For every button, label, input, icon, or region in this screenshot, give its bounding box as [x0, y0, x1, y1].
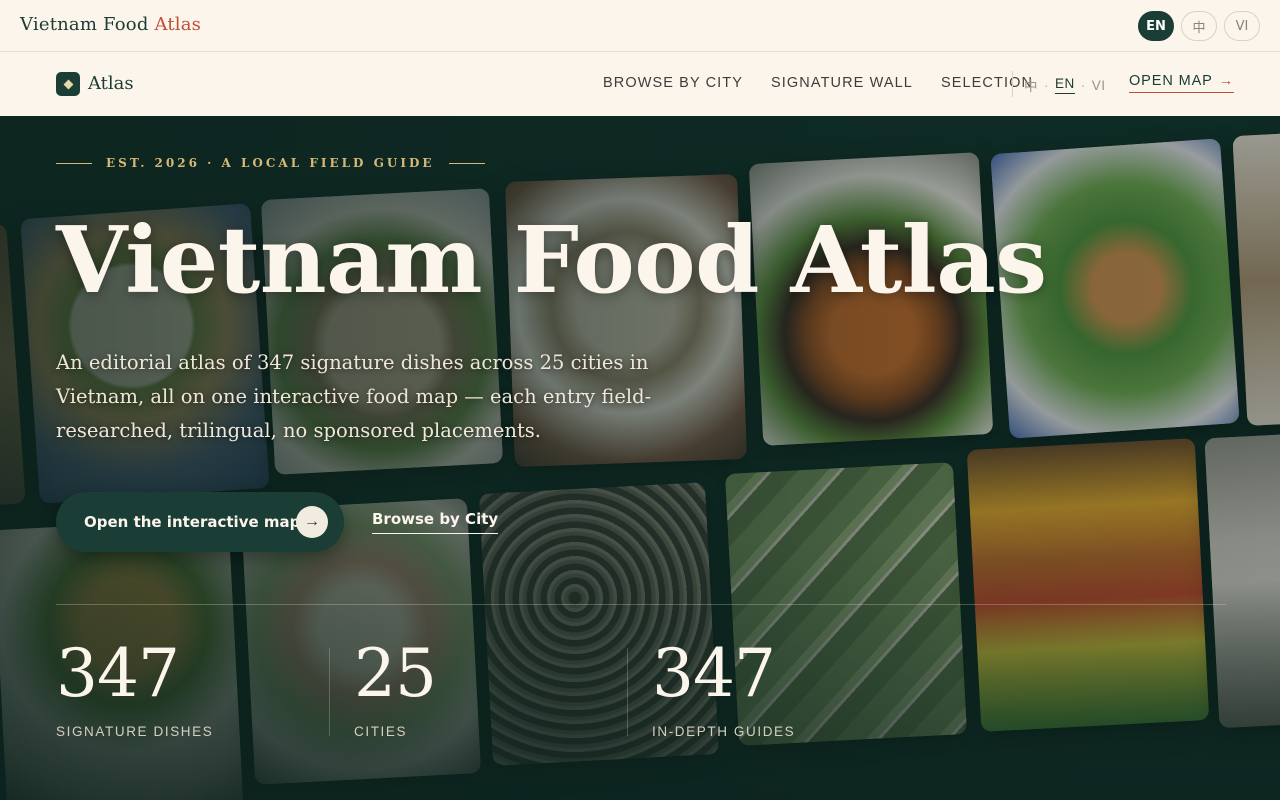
stat-label: SIGNATURE DISHES	[56, 724, 214, 739]
nav-link-browse-by-city[interactable]: BROWSE BY CITY	[603, 75, 743, 91]
eyebrow-rule	[56, 162, 92, 164]
stat-label: IN-DEPTH GUIDES	[652, 724, 796, 739]
stat-value: 25	[354, 635, 437, 712]
stat-separator	[627, 648, 628, 736]
eyebrow-rule	[448, 162, 485, 164]
nav-lang-separator: ·	[1044, 77, 1049, 93]
nav-language-switcher: 中 · EN · VI	[1024, 75, 1106, 95]
hero-eyebrow: EST. 2026 · A LOCAL FIELD GUIDE	[56, 156, 485, 170]
stats-divider	[56, 604, 1226, 605]
eyebrow-text: EST. 2026 · A LOCAL FIELD GUIDE	[106, 156, 435, 170]
arrow-right-icon: →	[296, 506, 328, 538]
hero-description: An editorial atlas of 347 signature dish…	[56, 351, 652, 442]
cta-label: Open the interactive map	[84, 513, 301, 531]
nav-title[interactable]: Atlas	[88, 73, 134, 94]
stat-cities: 25 CITIES	[354, 635, 437, 740]
atlas-logo-icon[interactable]	[56, 72, 80, 96]
site-brand[interactable]: Vietnam Food Atlas	[20, 14, 201, 35]
lang-pill-en[interactable]: EN	[1138, 11, 1174, 41]
nav-lang-en[interactable]: EN	[1055, 76, 1075, 94]
nav-link-selection[interactable]: SELECTION	[941, 75, 1033, 91]
stat-in-depth-guides: 347 IN-DEPTH GUIDES	[652, 635, 796, 740]
arrow-right-icon: →	[1218, 73, 1235, 89]
language-switcher: EN 中 VI	[1138, 11, 1260, 41]
open-map-link[interactable]: OPEN MAP →	[1129, 73, 1235, 93]
top-bar: Vietnam Food Atlas EN 中 VI	[0, 0, 1280, 52]
nav-divider	[1012, 71, 1013, 97]
brand-accent: Atlas	[154, 14, 202, 35]
lang-pill-vi[interactable]: VI	[1224, 11, 1260, 41]
nav-lang-zh[interactable]: 中	[1024, 75, 1038, 95]
stat-label: CITIES	[354, 724, 408, 739]
browse-by-city-link[interactable]: Browse by City	[372, 510, 499, 534]
open-interactive-map-button[interactable]: Open the interactive map →	[56, 492, 344, 552]
nav-links: BROWSE BY CITY SIGNATURE WALL SELECTION	[603, 75, 1061, 91]
nav-lang-separator: ·	[1080, 77, 1086, 93]
nav-lang-vi[interactable]: VI	[1092, 78, 1106, 93]
stat-separator	[329, 648, 330, 736]
stat-signature-dishes: 347 SIGNATURE DISHES	[56, 635, 214, 740]
open-map-label: OPEN MAP	[1129, 73, 1213, 89]
stat-value: 347	[652, 635, 776, 712]
main-nav: Atlas BROWSE BY CITY SIGNATURE WALL SELE…	[0, 53, 1280, 116]
hero-title: Vietnam Food Atlas	[56, 206, 1047, 314]
nav-link-signature-wall[interactable]: SIGNATURE WALL	[771, 75, 913, 91]
stat-value: 347	[56, 635, 180, 712]
brand-name: Vietnam Food	[20, 14, 149, 35]
hero-section: EST. 2026 · A LOCAL FIELD GUIDE Vietnam …	[0, 116, 1280, 800]
lang-pill-zh[interactable]: 中	[1181, 11, 1217, 41]
